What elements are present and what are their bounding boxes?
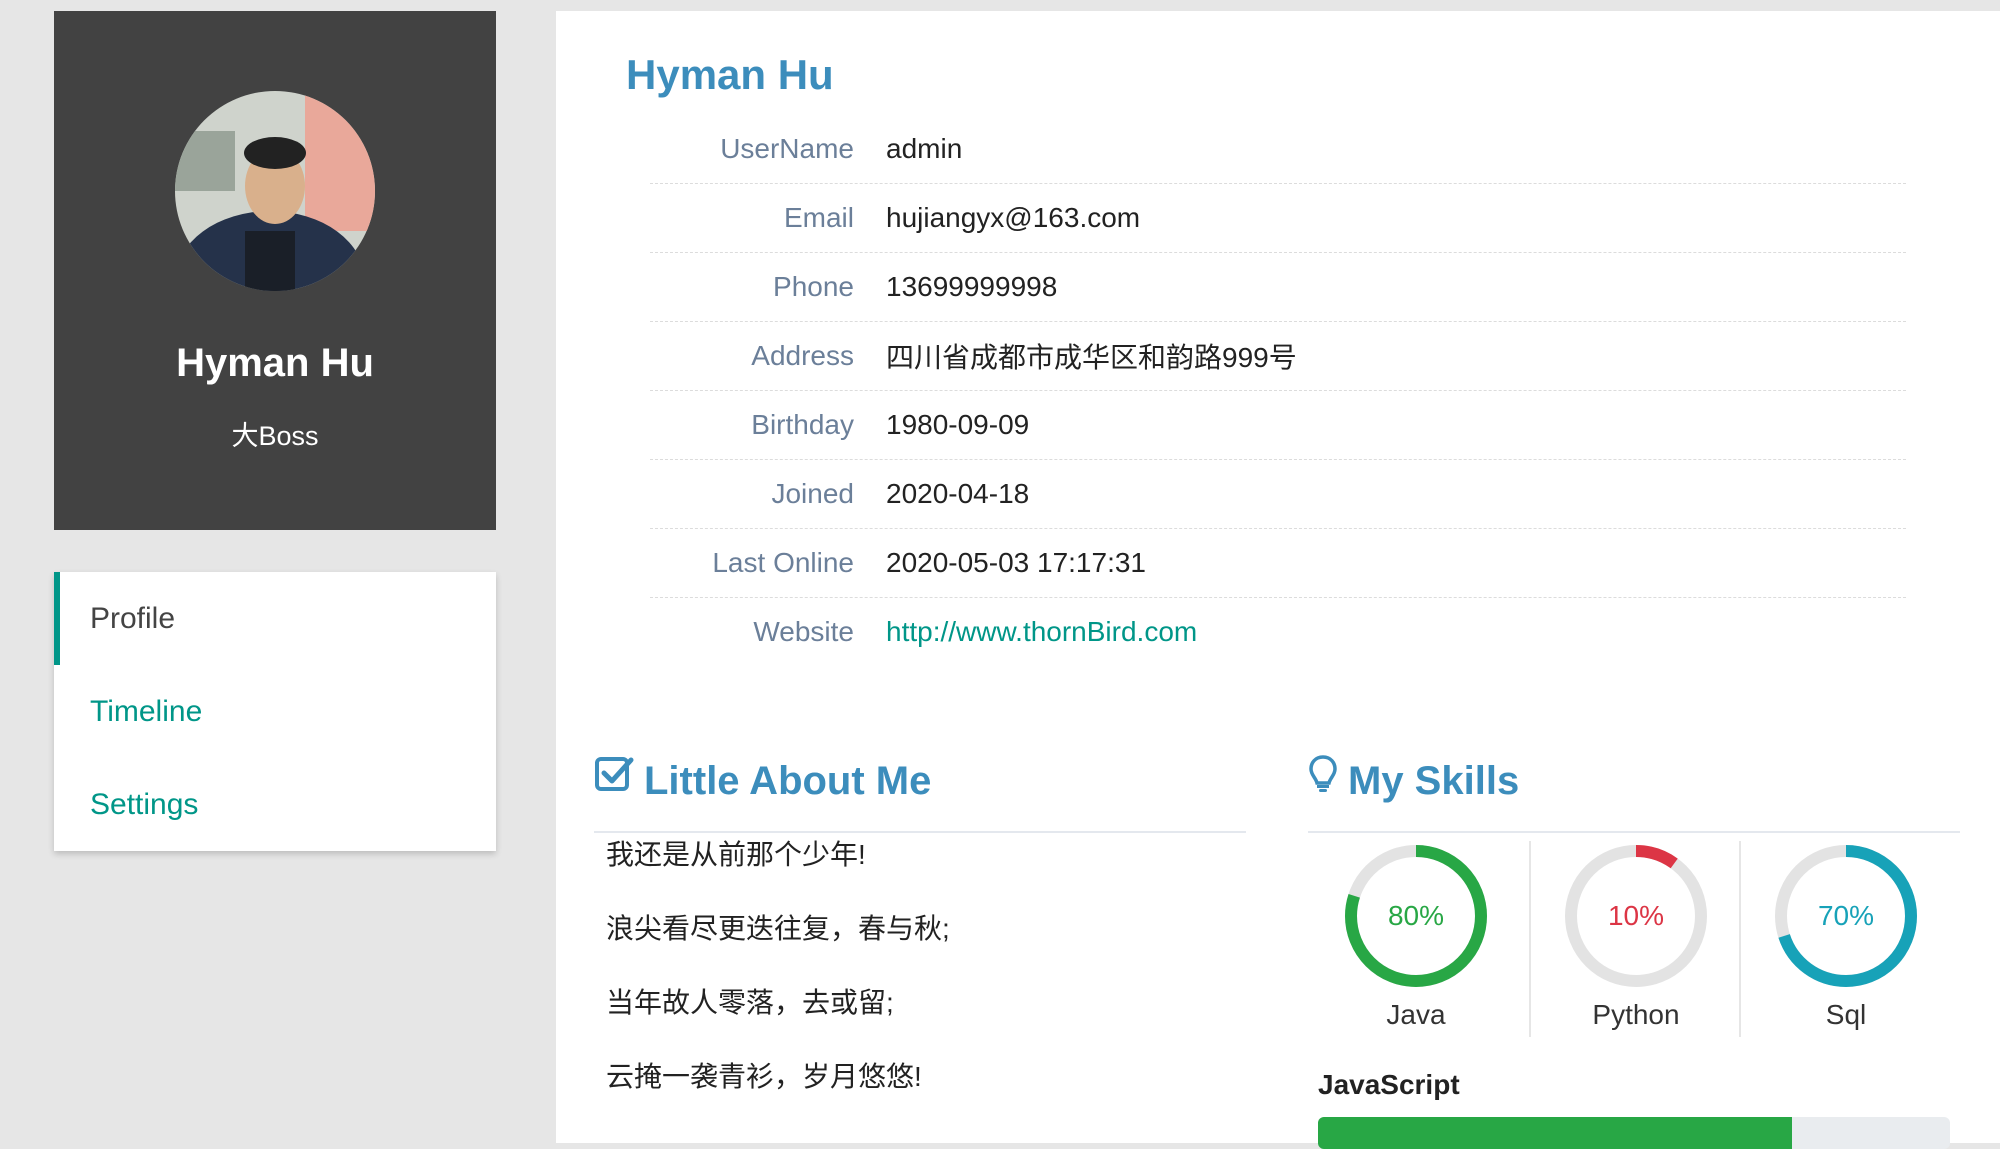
- website-link[interactable]: http://www.thornBird.com: [886, 616, 1197, 648]
- lightbulb-icon: [1308, 741, 1338, 821]
- donut-percent: 80%: [1388, 900, 1444, 931]
- info-value: 2020-05-03 17:17:31: [886, 547, 1146, 578]
- skill-name: Python: [1592, 999, 1680, 1030]
- info-table: UserName admin Email hujiangyx@163.com P…: [650, 115, 1906, 666]
- side-menu: Profile Timeline Settings: [54, 572, 496, 851]
- about-line: 云掩一袭青衫，岁月悠悠!: [606, 1061, 922, 1092]
- menu-item-profile[interactable]: Profile: [54, 572, 496, 665]
- info-value: 四川省成都市成华区和韵路999号: [886, 342, 1297, 373]
- progress-fill: [1318, 1117, 1792, 1149]
- info-row-website: Website http://www.thornBird.com: [650, 598, 1906, 666]
- skill-donut-sql: 70% Sql: [1739, 841, 1951, 1037]
- javascript-progress-bar: [1318, 1117, 1950, 1149]
- about-line: 浪尖看尽更迭往复，春与秋;: [606, 913, 950, 944]
- check-square-icon: [594, 741, 634, 821]
- donut-percent: 10%: [1608, 900, 1664, 931]
- donut-chart: 80%: [1345, 845, 1487, 987]
- info-row-phone: Phone 13699999998: [650, 253, 1906, 322]
- about-title: Little About Me: [644, 759, 932, 803]
- info-value: hujiangyx@163.com: [886, 202, 1141, 233]
- avatar: [175, 91, 375, 291]
- about-text: 我还是从前那个少年! 浪尖看尽更迭往复，春与秋; 当年故人零落，去或留; 云掩一…: [606, 839, 1246, 1135]
- javascript-skill-title: JavaScript: [1318, 1069, 1460, 1100]
- info-value: 2020-04-18: [886, 478, 1030, 509]
- info-row-address: Address 四川省成都市成华区和韵路999号: [650, 322, 1906, 391]
- info-value: 1980-09-09: [886, 409, 1030, 440]
- info-label: Phone: [773, 271, 854, 302]
- info-row-email: Email hujiangyx@163.com: [650, 184, 1906, 253]
- about-line: 我还是从前那个少年!: [606, 839, 866, 870]
- info-row-username: UserName admin: [650, 115, 1906, 184]
- info-value: 13699999998: [886, 271, 1058, 302]
- skill-donut-python: 10% Python: [1529, 841, 1741, 1037]
- menu-item-label: Settings: [90, 788, 199, 821]
- info-label: Last Online: [712, 547, 854, 578]
- menu-item-label: Timeline: [90, 695, 203, 728]
- info-label: UserName: [720, 133, 854, 164]
- page-title: Hyman Hu: [626, 51, 834, 98]
- menu-item-timeline[interactable]: Timeline: [54, 665, 496, 758]
- info-row-birthday: Birthday 1980-09-09: [650, 391, 1906, 460]
- info-label: Website: [753, 616, 854, 647]
- info-label: Joined: [771, 478, 854, 509]
- donut-percent: 70%: [1818, 900, 1874, 931]
- skill-donut-java: 80% Java: [1311, 841, 1521, 1037]
- donut-chart: 10%: [1565, 845, 1707, 987]
- about-section-header: Little About Me: [594, 741, 1246, 833]
- info-value: admin: [886, 133, 963, 164]
- menu-item-label: Profile: [90, 602, 176, 635]
- menu-item-settings[interactable]: Settings: [54, 758, 496, 851]
- info-row-joined: Joined 2020-04-18: [650, 460, 1906, 529]
- info-label: Email: [783, 202, 854, 233]
- info-label: Birthday: [751, 409, 854, 440]
- about-line: 当年故人零落，去或留;: [606, 987, 894, 1018]
- donut-chart: 70%: [1775, 845, 1917, 987]
- profile-role: 大Boss: [231, 421, 319, 451]
- skill-name: Java: [1386, 999, 1446, 1030]
- profile-name: Hyman Hu: [176, 341, 374, 385]
- skill-name: Sql: [1825, 999, 1867, 1030]
- skills-title: My Skills: [1348, 759, 1520, 803]
- profile-card: Hyman Hu 大Boss: [54, 11, 496, 530]
- skill-donuts: 80% Java 10% Python 70% Sql: [1308, 841, 1960, 1037]
- main-panel: Hyman Hu UserName admin Email hujiangyx@…: [556, 11, 2000, 1149]
- info-row-last-online: Last Online 2020-05-03 17:17:31: [650, 529, 1906, 598]
- info-label: Address: [751, 340, 854, 371]
- skills-section-header: My Skills: [1308, 741, 1960, 833]
